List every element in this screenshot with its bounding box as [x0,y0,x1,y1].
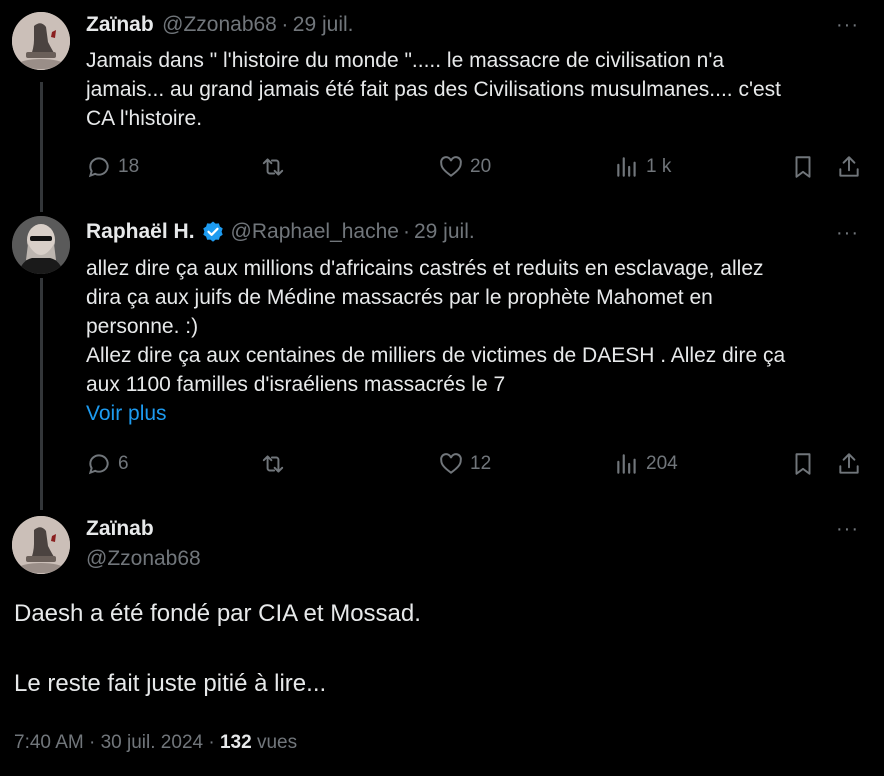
handle[interactable]: @Zzonab68 [162,13,277,36]
reply-button[interactable]: 6 [86,451,129,477]
main-tweet-line: Le reste fait juste pitié à lire... [14,670,327,697]
like-count: 12 [470,453,492,474]
handle[interactable]: @Raphael_hache [231,220,399,244]
heart-icon [438,154,464,180]
repost-button[interactable] [260,451,286,477]
reply-count: 6 [118,453,129,474]
views-button[interactable]: 1 k [614,154,671,180]
tweet-time[interactable]: 7:40 AM [14,732,84,753]
more-button[interactable]: ··· [836,14,859,37]
repost-button[interactable] [260,154,286,180]
tweet-text-line: Allez dire ça aux centaines de milliers … [86,344,786,367]
display-name[interactable]: Zaïnab [86,13,154,36]
tweet-text-line: Jamais dans " l'histoire du monde ".....… [86,49,725,72]
views-count: 204 [646,453,678,474]
share-button[interactable] [836,154,862,180]
tweet-text-line: dira ça aux juifs de Médine massacrés pa… [86,286,713,309]
like-button[interactable]: 20 [438,154,491,180]
separator: · [402,220,410,243]
share-button[interactable] [836,451,862,477]
repost-icon [260,451,286,477]
more-button[interactable]: ··· [836,518,859,541]
bookmark-button[interactable] [790,451,816,477]
verified-badge-icon [201,220,225,244]
bookmark-icon [790,154,816,180]
thread-line [40,82,43,212]
display-name[interactable]: Raphaël H. [86,220,195,244]
tweet-text-line: jamais... au grand jamais été fait pas d… [86,78,781,101]
separator: · [208,732,215,753]
avatar[interactable] [12,216,70,274]
reply-icon [86,451,112,477]
bookmark-icon [790,451,816,477]
bookmark-button[interactable] [790,154,816,180]
more-button[interactable]: ··· [836,222,859,245]
share-icon [836,451,862,477]
like-button[interactable]: 12 [438,451,491,477]
tweet-header: Raphaël H. @Raphael_hache · 29 juil. [86,220,475,244]
separator: · [89,732,96,753]
reply-count: 18 [118,156,140,177]
reply-button[interactable]: 18 [86,154,139,180]
tweet-text-line: CA l'histoire. [86,107,203,130]
avatar[interactable] [12,12,70,70]
views-icon [614,154,640,180]
tweet-date[interactable]: 29 juil. [414,220,475,244]
share-icon [836,154,862,180]
tweet-text: allez dire ça aux millions d'africains c… [86,254,866,428]
tweet-date[interactable]: 29 juil. [293,13,354,36]
thread-line [40,278,43,510]
like-count: 20 [470,156,492,177]
reply-icon [86,154,112,180]
display-name[interactable]: Zaïnab [86,517,154,541]
main-tweet-line: Daesh a été fondé par CIA et Mossad. [14,600,421,627]
tweet-text-line: personne. :) [86,315,199,338]
repost-icon [260,154,286,180]
handle[interactable]: @Zzonab68 [86,547,201,571]
tweet-text: Jamais dans " l'histoire du monde ".....… [86,46,866,133]
tweet-meta: 7:40 AM · 30 juil. 2024 · 132 vues [14,732,297,754]
avatar[interactable] [12,516,70,574]
main-tweet-text: Daesh a été fondé par CIA et Mossad. Le … [14,600,864,698]
views-button[interactable]: 204 [614,451,678,477]
views-count: 132 [219,732,252,753]
tweet-text-line: aux 1100 familles d'israéliens massacrés… [86,373,506,396]
tweet-date[interactable]: 30 juil. 2024 [101,732,203,753]
heart-icon [438,451,464,477]
tweet-text-line: allez dire ça aux millions d'africains c… [86,257,764,280]
tweet-header: Zaïnab @Zzonab68 · 29 juil. [86,13,353,37]
show-more-link[interactable]: Voir plus [86,399,866,428]
views-icon [614,451,640,477]
views-count: 1 k [646,156,672,177]
separator: · [281,13,289,36]
views-label: vues [256,732,298,753]
